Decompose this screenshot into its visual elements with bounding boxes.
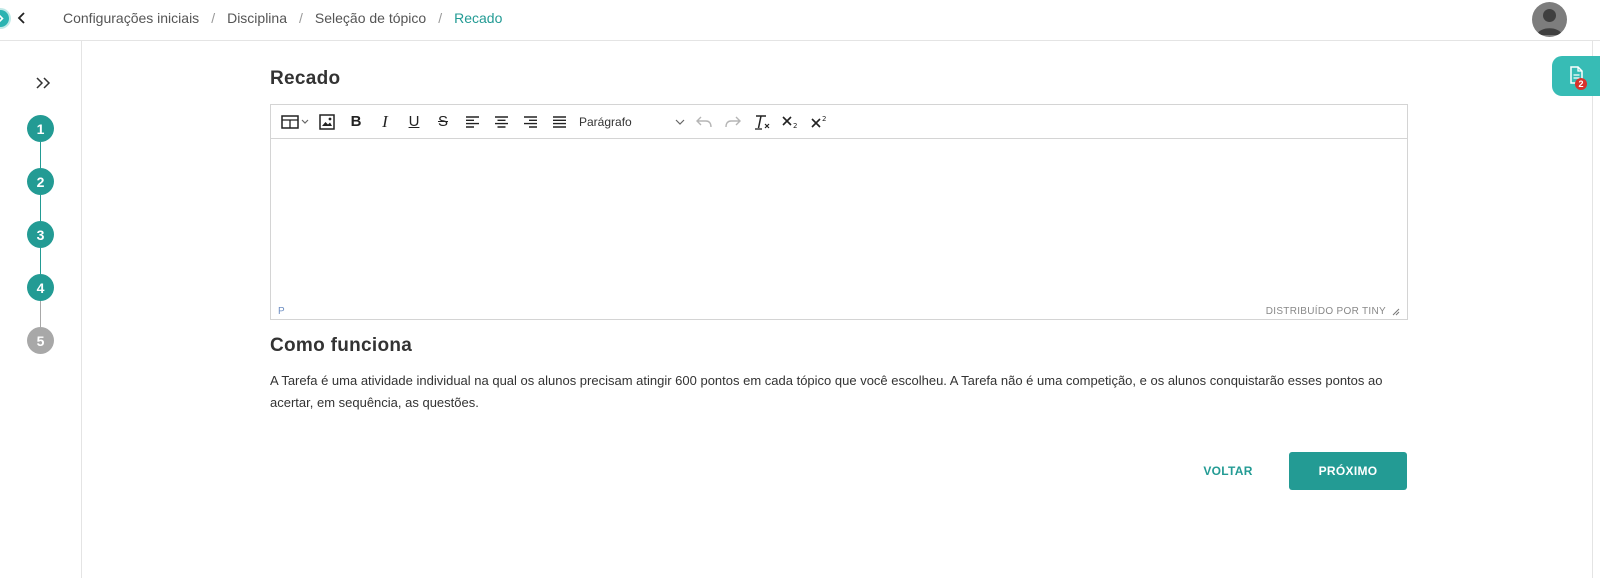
powered-by-tiny[interactable]: DISTRIBUÍDO POR TINY — [1266, 306, 1386, 317]
align-left-icon[interactable] — [459, 109, 485, 135]
undo-icon[interactable] — [691, 109, 717, 135]
notes-panel-toggle[interactable]: 2 — [1552, 56, 1600, 96]
how-it-works-text: A Tarefa é uma atividade individual na q… — [270, 373, 1383, 410]
next-button[interactable]: PRÓXIMO — [1289, 452, 1407, 490]
block-format-select[interactable]: Parágrafo — [575, 109, 689, 135]
back-button[interactable]: VOLTAR — [1180, 452, 1276, 490]
svg-text:2: 2 — [822, 115, 826, 123]
how-it-works-title: Como funciona — [270, 335, 413, 356]
breadcrumb: Configurações iniciais / Disciplina / Se… — [63, 10, 502, 26]
expand-chevrons-icon[interactable] — [34, 76, 52, 90]
clear-formatting-icon[interactable] — [749, 109, 775, 135]
step-2[interactable]: 2 — [27, 168, 54, 195]
align-center-icon[interactable] — [488, 109, 514, 135]
subscript-icon[interactable]: 2 — [778, 109, 804, 135]
step-connector — [40, 142, 41, 168]
breadcrumb-item-configuracoes[interactable]: Configurações iniciais — [63, 10, 199, 26]
step-4[interactable]: 4 — [27, 274, 54, 301]
breadcrumb-separator: / — [299, 10, 303, 26]
superscript-icon[interactable]: 2 — [807, 109, 833, 135]
redo-icon[interactable] — [720, 109, 746, 135]
step-3[interactable]: 3 — [27, 221, 54, 248]
step-connector — [40, 195, 41, 221]
top-bar: Configurações iniciais / Disciplina / Se… — [0, 0, 1600, 41]
floating-arrow-icon[interactable] — [0, 10, 9, 27]
align-right-icon[interactable] — [517, 109, 543, 135]
notes-count-badge: 2 — [1575, 78, 1587, 90]
table-icon[interactable] — [279, 109, 311, 135]
align-justify-icon[interactable] — [546, 109, 572, 135]
chevron-down-icon — [675, 119, 685, 125]
message-title: Recado — [270, 68, 341, 89]
breadcrumb-separator: / — [211, 10, 216, 26]
image-icon[interactable] — [314, 109, 340, 135]
editor-toolbar: B I U S Parágrafo 2 2 — [271, 105, 1407, 139]
step-1[interactable]: 1 — [27, 115, 54, 142]
editor-statusbar: P DISTRIBUÍDO POR TINY — [271, 304, 1407, 319]
breadcrumb-current: Recado — [454, 10, 503, 26]
italic-icon[interactable]: I — [372, 109, 398, 135]
right-divider — [1592, 41, 1593, 578]
breadcrumb-item-selecao-topico[interactable]: Seleção de tópico — [315, 10, 426, 26]
back-arrow-icon[interactable] — [14, 9, 30, 27]
editor-content-area[interactable] — [271, 139, 1407, 304]
bold-icon[interactable]: B — [343, 109, 369, 135]
step-connector — [40, 301, 41, 327]
element-path[interactable]: P — [278, 306, 285, 317]
resize-handle-icon[interactable] — [1392, 308, 1400, 316]
step-connector — [40, 248, 41, 274]
user-icon — [1537, 9, 1562, 35]
user-avatar[interactable] — [1532, 2, 1567, 37]
breadcrumb-separator: / — [438, 10, 443, 26]
underline-icon[interactable]: U — [401, 109, 427, 135]
breadcrumb-item-disciplina[interactable]: Disciplina — [227, 10, 287, 26]
svg-text:2: 2 — [793, 122, 797, 129]
block-format-value: Parágrafo — [579, 114, 632, 129]
rich-text-editor: B I U S Parágrafo 2 2 P DISTRIBUÍDO POR … — [270, 104, 1408, 320]
stepper-sidebar: 1 2 3 4 5 — [0, 41, 82, 578]
step-5[interactable]: 5 — [27, 327, 54, 354]
strikethrough-icon[interactable]: S — [430, 109, 456, 135]
